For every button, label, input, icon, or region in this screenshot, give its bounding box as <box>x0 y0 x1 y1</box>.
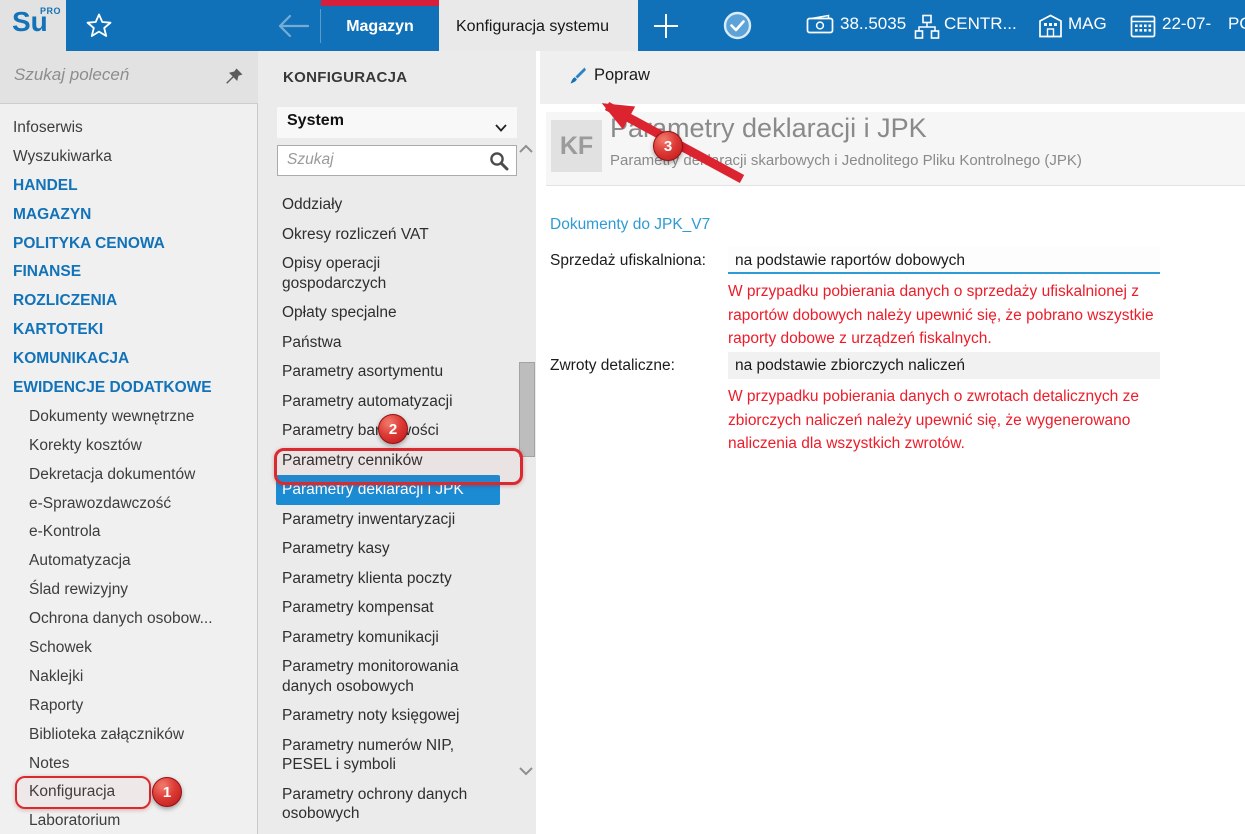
brush-icon <box>564 66 586 88</box>
sidebar-item-raporty[interactable]: Raporty <box>0 692 258 721</box>
field-label-zwroty-detaliczne: Zwroty detaliczne: <box>550 357 675 374</box>
sidebar-item-magazyn[interactable]: MAGAZYN <box>0 201 258 230</box>
config-item-parametry-numerow-nip-pesel-i-symboli[interactable]: Parametry numerów NIP, PESEL i symboli <box>258 731 514 780</box>
section-title: Dokumenty do JPK_V7 <box>550 216 711 233</box>
sidebar-item-laboratorium[interactable]: Laboratorium <box>0 807 258 834</box>
app-window: Su PRO Magazyn Konfiguracja systemu 38..… <box>0 0 1245 834</box>
sidebar-item-finanse[interactable]: FINANSE <box>0 258 258 287</box>
sidebar-item-naklejki[interactable]: Naklejki <box>0 663 258 692</box>
status-check-icon[interactable] <box>722 10 753 41</box>
sidebar-item-slad-rewizyjny[interactable]: Ślad rewizyjny <box>0 576 258 605</box>
config-item-parametry-ochrony-danych-osobowych[interactable]: Parametry ochrony danych osobowych <box>258 780 514 829</box>
config-item-parametry-automatyzacji[interactable]: Parametry automatyzacji <box>258 387 514 417</box>
sidebar-item-kartoteki[interactable]: KARTOTEKI <box>0 316 258 345</box>
sidebar-item-polityka-cenowa[interactable]: POLITYKA CENOWA <box>0 230 258 259</box>
date-label: 22-07- <box>1162 14 1212 33</box>
top-bar: Su PRO Magazyn Konfiguracja systemu 38..… <box>0 0 1245 51</box>
config-item-parametry-kasy[interactable]: Parametry kasy <box>258 534 514 564</box>
field-zwroty-detaliczne[interactable]: na podstawie zbiorczych naliczeń <box>728 352 1160 379</box>
warning-zwroty-detaliczne: W przypadku pobierania danych o zwrotach… <box>728 388 1139 452</box>
warehouse-label: MAG <box>1068 14 1107 33</box>
sidebar-item-automatyzacja[interactable]: Automatyzacja <box>0 547 258 576</box>
sidebar-item-korekty-kosztow[interactable]: Korekty kosztów <box>0 432 258 461</box>
sidebar-item-biblioteka-za-acznikow[interactable]: Biblioteka załączników <box>0 721 258 750</box>
config-item-parametry-cennikow[interactable]: Parametry cenników <box>258 446 514 476</box>
building-icon <box>1038 14 1063 43</box>
kf-badge: KF <box>551 120 602 172</box>
category-dropdown-value: System <box>287 112 344 129</box>
config-item-parametry-asortymentu[interactable]: Parametry asortymentu <box>258 357 514 387</box>
config-search-placeholder: Szukaj <box>287 151 334 168</box>
command-search-placeholder: Szukaj poleceń <box>14 65 130 84</box>
config-item-parametry-klienta-poczty[interactable]: Parametry klienta poczty <box>258 564 514 594</box>
configuration-panel: KONFIGURACJA System Szukaj Oddziały Okres… <box>258 51 536 834</box>
pin-icon[interactable] <box>224 67 244 87</box>
sidebar-item-ochrona-danych-osobow[interactable]: Ochrona danych osobow... <box>0 605 258 634</box>
active-module-stripe <box>321 0 439 6</box>
warning-sprzedaz-ufiskalniona: W przypadku pobierania danych o sprzedaż… <box>728 283 1154 347</box>
config-item-oddzia-y[interactable]: Oddziały <box>258 190 514 220</box>
config-item-parametry-bankowosci[interactable]: Parametry bankowości <box>258 416 514 446</box>
sidebar-item-konfiguracja[interactable]: Konfiguracja <box>0 778 258 807</box>
scrollbar-down-arrow[interactable] <box>517 764 535 778</box>
config-item-parametry-komunikacji[interactable]: Parametry komunikacji <box>258 623 514 653</box>
field-sprzedaz-ufiskalniona[interactable]: na podstawie raportów dobowych <box>728 247 1160 274</box>
tab-magazyn[interactable]: Magazyn <box>321 0 439 51</box>
command-search-input[interactable]: Szukaj poleceń <box>0 51 258 104</box>
sidebar-item-schowek[interactable]: Schowek <box>0 634 258 663</box>
favorites-star-icon[interactable] <box>84 11 114 41</box>
sidebar-item-e-kontrola[interactable]: e-Kontrola <box>0 518 258 547</box>
config-item-parametry-p-atnosci[interactable]: Parametry płatności <box>258 829 514 834</box>
field-label-sprzedaz-ufiskalniona: Sprzedaż ufiskalniona: <box>550 252 706 269</box>
help-label: PO <box>1228 14 1245 33</box>
page-title: Parametry deklaracji i JPK <box>610 113 927 143</box>
tab-konfiguracja-systemu[interactable]: Konfiguracja systemu <box>439 0 638 51</box>
sidebar-item-rozliczenia[interactable]: ROZLICZENIA <box>0 287 258 316</box>
detail-panel: Popraw KF Parametry deklaracji i JPK Par… <box>540 51 1245 834</box>
detail-toolbar: Popraw <box>540 51 1245 104</box>
page-subtitle: Parametry deklaracji skarbowych i Jednol… <box>610 152 1082 169</box>
sidebar-item-dekretacja-dokumentow[interactable]: Dekretacja dokumentów <box>0 461 258 490</box>
search-icon <box>489 151 509 171</box>
config-item-parametry-deklaracji-i-jpk[interactable]: Parametry deklaracji i JPK <box>276 475 500 505</box>
sidebar-item-infoserwis[interactable]: Infoserwis <box>0 114 258 143</box>
org-chart-icon <box>914 14 940 45</box>
sidebar-item-wyszukiwarka[interactable]: Wyszukiwarka <box>0 143 258 172</box>
calendar-icon <box>1130 14 1156 43</box>
sidebar-item-komunikacja[interactable]: KOMUNIKACJA <box>0 345 258 374</box>
config-item-op-aty-specjalne[interactable]: Opłaty specjalne <box>258 298 514 328</box>
sidebar-item-notes[interactable]: Notes <box>0 750 258 779</box>
config-item-list: Oddziały Okresy rozliczeń VAT Opisy operac… <box>258 190 514 834</box>
config-item-parametry-kompensat[interactable]: Parametry kompensat <box>258 593 514 623</box>
sidebar-item-list: Infoserwis Wyszukiwarka HANDEL MAGAZYN POLIT… <box>0 114 258 834</box>
scrollbar-up-arrow[interactable] <box>517 142 535 156</box>
edit-button-label: Popraw <box>594 66 650 84</box>
category-dropdown[interactable]: System <box>277 107 517 138</box>
config-item-okresy-rozliczen-vat[interactable]: Okresy rozliczeń VAT <box>258 220 514 250</box>
branch-label: CENTR... <box>944 14 1017 33</box>
config-search-input[interactable]: Szukaj <box>277 145 517 176</box>
config-item-panstwa[interactable]: Państwa <box>258 328 514 358</box>
config-item-parametry-noty-ksiegowej[interactable]: Parametry noty księgowej <box>258 701 514 731</box>
module-sidebar: Szukaj poleceń Infoserwis Wyszukiwarka HAN… <box>0 51 258 834</box>
new-tab-plus-icon[interactable] <box>651 13 681 39</box>
config-item-parametry-monitorowania-danych-osobowych[interactable]: Parametry monitorowania danych osobowych <box>258 652 514 701</box>
tab-konfiguracja-label: Konfiguracja systemu <box>456 18 609 35</box>
sidebar-item-ewidencje-dodatkowe[interactable]: EWIDENCJE DODATKOWE <box>0 374 258 403</box>
chevron-down-icon <box>495 119 507 137</box>
sidebar-item-dokumenty-wewnetrzne[interactable]: Dokumenty wewnętrzne <box>0 403 258 432</box>
app-logo[interactable]: Su PRO <box>0 0 66 51</box>
wallet-icon <box>806 14 834 42</box>
back-arrow-icon[interactable] <box>276 13 310 39</box>
configuration-panel-title: KONFIGURACJA <box>283 69 408 86</box>
sidebar-item-e-sprawozdawczosc[interactable]: e-Sprawozdawczość <box>0 490 258 519</box>
config-item-opisy-operacji-gospodarczych[interactable]: Opisy operacji gospodarczych <box>258 249 514 298</box>
cash-register-label: 38..5035 <box>840 14 907 33</box>
app-logo-pro-badge: PRO <box>40 6 62 16</box>
sidebar-item-handel[interactable]: HANDEL <box>0 172 258 201</box>
scrollbar-thumb[interactable] <box>519 362 535 457</box>
config-item-parametry-inwentaryzacji[interactable]: Parametry inwentaryzacji <box>258 505 514 535</box>
tab-magazyn-label: Magazyn <box>346 18 414 35</box>
